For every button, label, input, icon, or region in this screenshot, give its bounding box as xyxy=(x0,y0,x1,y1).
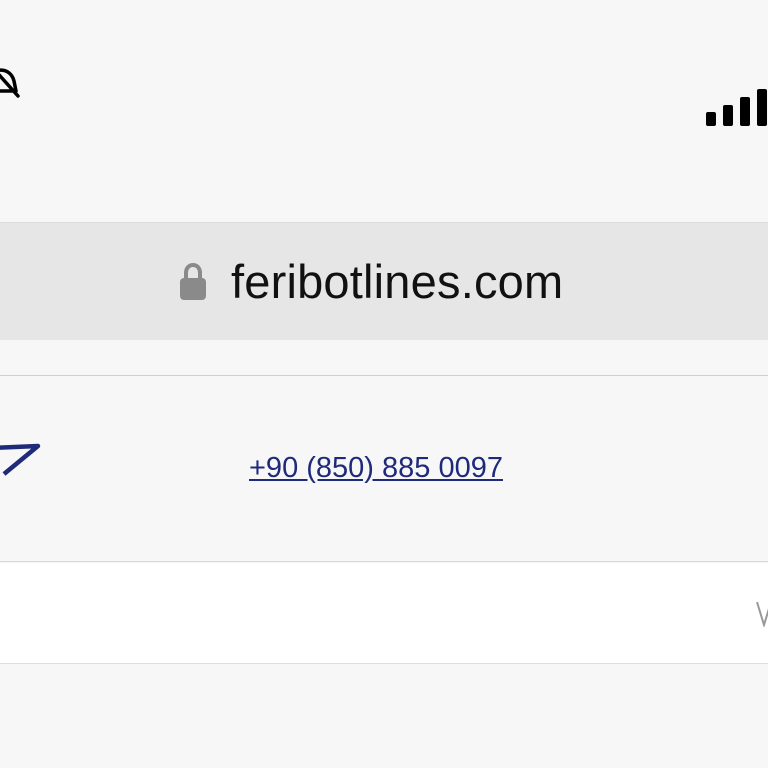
browser-screen: feribotlines.com +90 (850) 885 0097 xyxy=(0,0,768,768)
url-text[interactable]: feribotlines.com xyxy=(231,252,563,312)
phone-link[interactable]: +90 (850) 885 0097 xyxy=(249,449,503,487)
chevron-down-icon[interactable] xyxy=(755,601,768,627)
lock-icon xyxy=(180,262,206,300)
menu-row[interactable] xyxy=(0,563,768,664)
logo-mark-icon[interactable] xyxy=(0,440,42,480)
page-content xyxy=(0,664,768,768)
status-bar xyxy=(0,0,768,222)
bell-slash-icon xyxy=(0,68,20,98)
cellular-signal-icon xyxy=(706,89,767,126)
